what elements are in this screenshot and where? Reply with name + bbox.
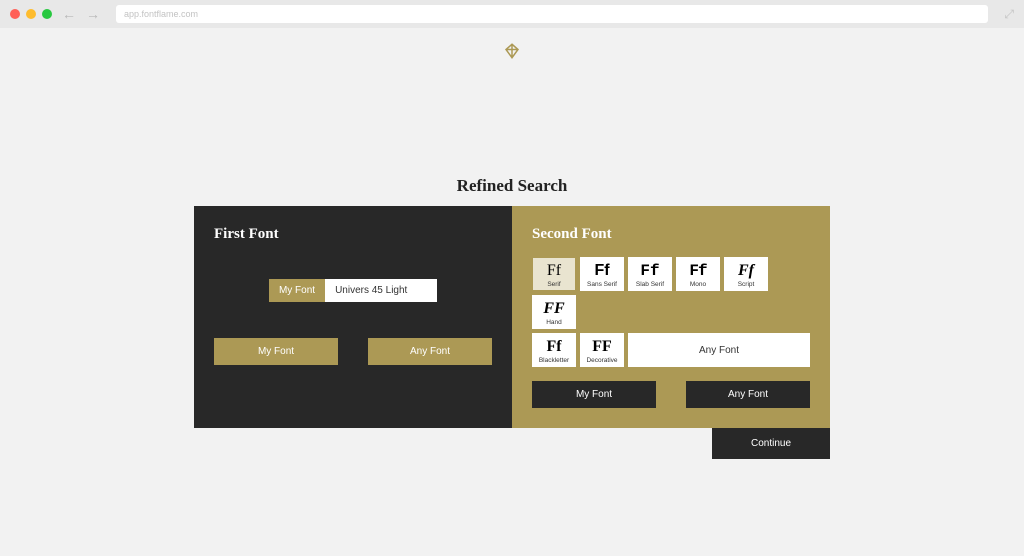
continue-button[interactable]: Continue xyxy=(712,428,830,459)
category-glyph: Ff xyxy=(533,337,575,357)
window-maximize-button[interactable] xyxy=(42,9,52,19)
category-glyph: Ff xyxy=(629,261,671,281)
first-font-heading: First Font xyxy=(214,226,492,243)
category-glyph: Ff xyxy=(581,261,623,281)
first-myfont-button[interactable]: My Font xyxy=(214,338,338,365)
category-tile-decorative[interactable]: FFDecorative xyxy=(580,333,624,367)
category-label: Mono xyxy=(677,281,719,288)
window-close-button[interactable] xyxy=(10,9,20,19)
first-font-panel: First Font My Font Univers 45 Light My F… xyxy=(194,206,512,428)
first-anyfont-button[interactable]: Any Font xyxy=(368,338,492,365)
browser-chrome: ← → app.fontflame.com ⤢ xyxy=(0,0,1024,28)
category-tile-hand[interactable]: FFHand xyxy=(532,295,576,329)
category-label: Slab Serif xyxy=(629,281,671,288)
category-label: Decorative xyxy=(581,357,623,364)
font-select-row: My Font Univers 45 Light xyxy=(214,279,492,302)
category-glyph: FF xyxy=(533,299,575,319)
category-label: Hand xyxy=(533,319,575,326)
any-font-tile[interactable]: Any Font xyxy=(628,333,810,367)
page-title: Refined Search xyxy=(0,176,1024,196)
diamond-logo-icon xyxy=(503,42,521,60)
category-glyph: Ff xyxy=(677,261,719,281)
category-tile-slab-serif[interactable]: FfSlab Serif xyxy=(628,257,672,291)
category-glyph: Ff xyxy=(533,261,575,281)
forward-arrow-icon[interactable]: → xyxy=(86,6,100,22)
my-font-badge: My Font xyxy=(269,279,325,302)
category-tile-mono[interactable]: FfMono xyxy=(676,257,720,291)
category-glyph: FF xyxy=(581,337,623,357)
category-tile-sans-serif[interactable]: FfSans Serif xyxy=(580,257,624,291)
first-font-button-row: My Font Any Font xyxy=(214,338,492,365)
url-bar[interactable]: app.fontflame.com xyxy=(116,5,988,23)
second-font-panel: Second Font FfSerifFfSans SerifFfSlab Se… xyxy=(512,206,830,428)
window-minimize-button[interactable] xyxy=(26,9,36,19)
category-tile-script[interactable]: FfScript xyxy=(724,257,768,291)
font-name-input[interactable]: Univers 45 Light xyxy=(325,279,437,302)
category-grid: FfSerifFfSans SerifFfSlab SerifFfMonoFfS… xyxy=(532,257,810,367)
second-font-button-row: My Font Any Font xyxy=(532,381,810,408)
logo-area xyxy=(0,28,1024,60)
category-label: Script xyxy=(725,281,767,288)
category-glyph: Ff xyxy=(725,261,767,281)
category-label: Sans Serif xyxy=(581,281,623,288)
category-tile-blackletter[interactable]: FfBlackletter xyxy=(532,333,576,367)
main-panels: First Font My Font Univers 45 Light My F… xyxy=(194,206,830,428)
url-text: app.fontflame.com xyxy=(124,9,198,19)
expand-icon[interactable]: ⤢ xyxy=(1004,7,1014,22)
category-label: Blackletter xyxy=(533,357,575,364)
second-anyfont-button[interactable]: Any Font xyxy=(686,381,810,408)
second-font-heading: Second Font xyxy=(532,226,810,243)
category-tile-serif[interactable]: FfSerif xyxy=(532,257,576,291)
second-myfont-button[interactable]: My Font xyxy=(532,381,656,408)
back-arrow-icon[interactable]: ← xyxy=(62,6,76,22)
category-label: Serif xyxy=(533,281,575,288)
